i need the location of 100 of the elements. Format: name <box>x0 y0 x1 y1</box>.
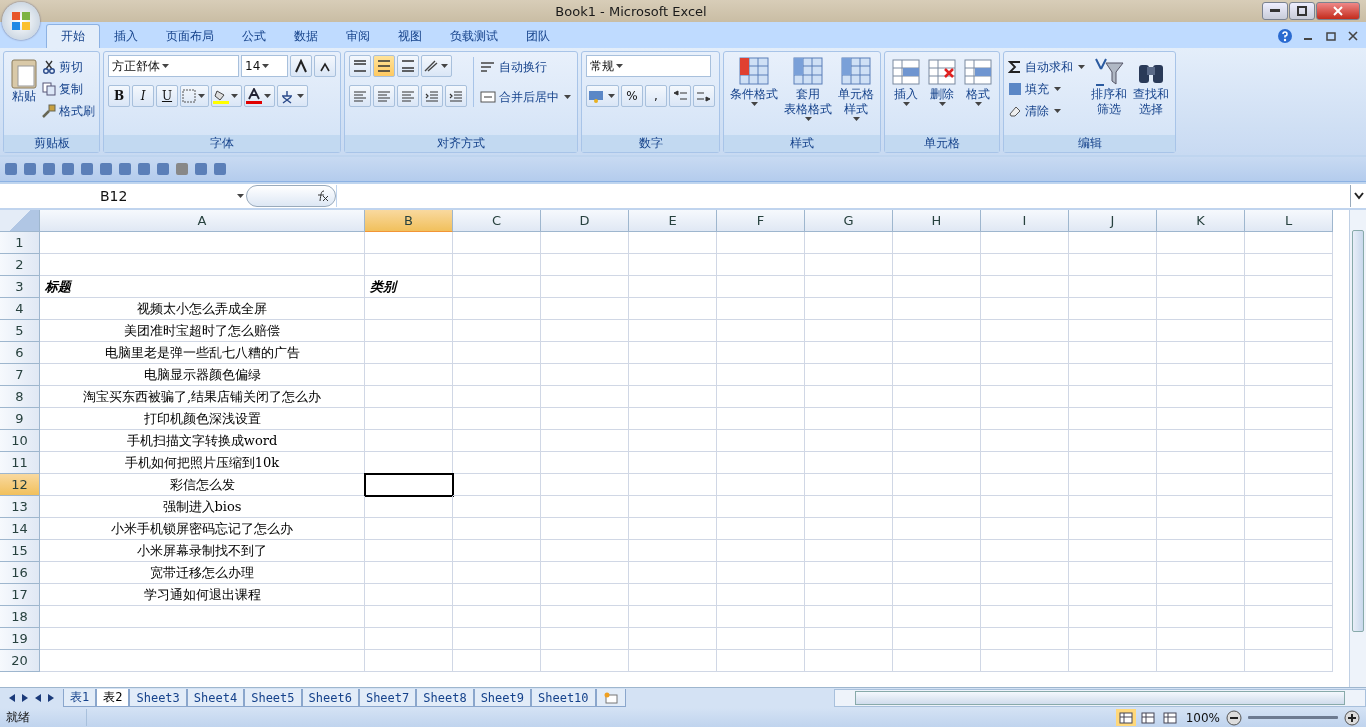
font-size-field[interactable]: 14 <box>241 55 288 77</box>
sheet-tab[interactable]: Sheet9 <box>473 689 531 707</box>
number-style-button[interactable]: , <box>645 85 667 107</box>
phonetic-button[interactable] <box>277 85 308 107</box>
cells-button[interactable]: 删除 <box>925 55 959 108</box>
wrap-text-button[interactable]: 自动换行 <box>480 57 573 77</box>
ribbon-tab[interactable]: 负载测试 <box>436 24 512 48</box>
sheet-tab[interactable]: 表1 <box>63 689 97 707</box>
paste-button[interactable]: 粘贴 <box>8 55 40 106</box>
indent-button[interactable] <box>421 85 443 107</box>
sheet-tab[interactable]: Sheet3 <box>129 689 187 707</box>
column-header[interactable]: F <box>717 210 805 232</box>
expand-formula-button[interactable] <box>1350 185 1366 207</box>
styles-button[interactable]: 条件格式 <box>728 55 780 108</box>
orientation-button[interactable] <box>421 55 452 77</box>
currency-button[interactable] <box>586 85 619 107</box>
insert-sheet-button[interactable] <box>595 689 626 707</box>
clipboard-button[interactable]: 格式刷 <box>42 101 95 121</box>
ribbon-tab[interactable]: 团队 <box>512 24 564 48</box>
ribbon-tab[interactable]: 开始 <box>46 24 100 48</box>
sheet-tab[interactable]: Sheet5 <box>244 689 302 707</box>
row-header[interactable]: 7 <box>0 364 40 386</box>
close-button[interactable] <box>1316 2 1360 20</box>
close-icon[interactable] <box>1348 31 1358 41</box>
row-header[interactable]: 15 <box>0 540 40 562</box>
column-header[interactable]: B <box>365 210 453 232</box>
increase-decimal-button[interactable] <box>669 85 691 107</box>
editing-big-button[interactable]: 排序和 筛选 <box>1089 55 1129 119</box>
font-style-button[interactable]: I <box>132 85 154 107</box>
editing-big-button[interactable]: 查找和 选择 <box>1131 55 1171 119</box>
row-header[interactable]: 18 <box>0 606 40 628</box>
row-header[interactable]: 8 <box>0 386 40 408</box>
column-header[interactable]: I <box>981 210 1069 232</box>
view-button[interactable] <box>1115 709 1136 726</box>
number-format-field[interactable]: 常规 <box>586 55 711 77</box>
styles-button[interactable]: 套用 表格格式 <box>782 55 834 123</box>
number-style-button[interactable]: % <box>621 85 643 107</box>
column-header[interactable]: A <box>40 210 365 232</box>
ribbon-tab[interactable]: 插入 <box>100 24 152 48</box>
row-header[interactable]: 20 <box>0 650 40 672</box>
clipboard-button[interactable]: 复制 <box>42 79 95 99</box>
horizontal-align-button[interactable] <box>373 85 395 107</box>
indent-button[interactable] <box>445 85 467 107</box>
column-header[interactable]: K <box>1157 210 1245 232</box>
sheet-tab[interactable]: Sheet8 <box>416 689 474 707</box>
editing-button[interactable]: 清除 <box>1008 101 1087 121</box>
row-header[interactable]: 11 <box>0 452 40 474</box>
horizontal-align-button[interactable] <box>397 85 419 107</box>
vertical-align-button[interactable] <box>397 55 419 77</box>
merge-center-button[interactable]: 合并后居中 <box>480 87 573 107</box>
row-header[interactable]: 5 <box>0 320 40 342</box>
row-header[interactable]: 10 <box>0 430 40 452</box>
row-header[interactable]: 16 <box>0 562 40 584</box>
cells-button[interactable]: 插入 <box>889 55 923 108</box>
font-style-button[interactable]: U <box>156 85 178 107</box>
active-cell[interactable] <box>365 474 453 496</box>
row-header[interactable]: 9 <box>0 408 40 430</box>
column-header[interactable]: E <box>629 210 717 232</box>
column-header[interactable]: G <box>805 210 893 232</box>
ribbon-tab[interactable]: 数据 <box>280 24 332 48</box>
horizontal-scrollbar[interactable] <box>834 689 1366 707</box>
ribbon-tab[interactable]: 公式 <box>228 24 280 48</box>
name-box[interactable]: B12 <box>0 185 246 207</box>
row-header[interactable]: 1 <box>0 232 40 254</box>
office-button[interactable] <box>2 2 40 40</box>
vertical-scrollbar[interactable] <box>1349 210 1366 687</box>
font-name-field[interactable]: 方正舒体 <box>108 55 239 77</box>
insert-function-button[interactable] <box>246 185 336 207</box>
zoom-in-icon[interactable] <box>1344 709 1360 726</box>
sheet-tab[interactable]: Sheet10 <box>531 689 596 707</box>
editing-button[interactable]: 自动求和 <box>1008 57 1087 77</box>
row-header[interactable]: 3 <box>0 276 40 298</box>
sheet-tab[interactable]: 表2 <box>96 689 130 707</box>
row-header[interactable]: 2 <box>0 254 40 276</box>
row-header[interactable]: 19 <box>0 628 40 650</box>
ribbon-tab[interactable]: 视图 <box>384 24 436 48</box>
shrink-font-button[interactable] <box>314 55 336 77</box>
grow-font-button[interactable] <box>290 55 312 77</box>
vertical-align-button[interactable] <box>373 55 395 77</box>
borders-button[interactable] <box>180 85 209 107</box>
row-header[interactable]: 13 <box>0 496 40 518</box>
help-icon[interactable] <box>1278 29 1292 43</box>
column-header[interactable]: C <box>453 210 541 232</box>
restore-button[interactable] <box>1289 2 1315 20</box>
restore-icon[interactable] <box>1326 31 1336 41</box>
sheet-tab[interactable]: Sheet7 <box>358 689 417 707</box>
horizontal-align-button[interactable] <box>349 85 371 107</box>
sheet-tab[interactable]: Sheet6 <box>301 689 359 707</box>
column-header[interactable]: H <box>893 210 981 232</box>
column-header[interactable]: J <box>1069 210 1157 232</box>
ribbon-tab[interactable]: 审阅 <box>332 24 384 48</box>
row-header[interactable]: 17 <box>0 584 40 606</box>
zoom-out-icon[interactable] <box>1226 709 1242 726</box>
row-header[interactable]: 4 <box>0 298 40 320</box>
minimize-button[interactable] <box>1262 2 1288 20</box>
row-header[interactable]: 6 <box>0 342 40 364</box>
row-header[interactable]: 14 <box>0 518 40 540</box>
column-header[interactable]: D <box>541 210 629 232</box>
editing-button[interactable]: 填充 <box>1008 79 1087 99</box>
fill-color-button[interactable] <box>211 85 242 107</box>
